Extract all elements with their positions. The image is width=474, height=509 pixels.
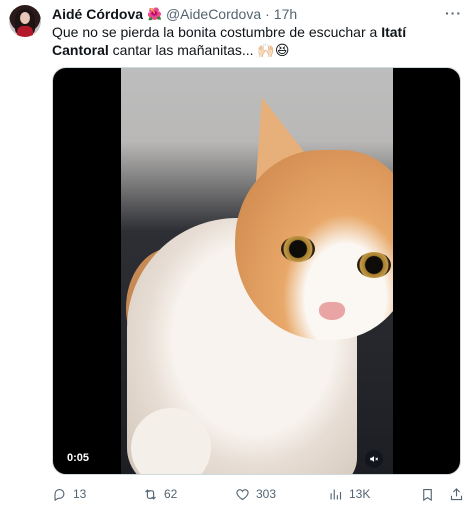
view-count: 13K xyxy=(349,487,371,501)
reply-count: 13 xyxy=(73,487,87,501)
tweet-actions: 13 62 303 13K xyxy=(52,484,464,504)
bookmark-icon xyxy=(423,488,432,501)
avatar[interactable] xyxy=(9,5,41,37)
author-name[interactable]: Aidé Córdova xyxy=(52,6,143,22)
tweet-text-start: Que no se pierda la bonita costumbre de … xyxy=(52,24,382,40)
repost-icon xyxy=(145,488,156,500)
repost-count: 62 xyxy=(164,487,178,501)
tweet[interactable]: Aidé Córdova 🌺 @AideCordova · 17h ··· Qu… xyxy=(0,0,474,509)
tweet-text-end: cantar las mañanitas... 🙌🏻😆 xyxy=(108,42,290,58)
share-icon xyxy=(450,487,463,500)
share-button[interactable] xyxy=(449,484,464,504)
video-duration: 0:05 xyxy=(67,452,90,464)
video-frame[interactable] xyxy=(121,68,393,474)
tweet-text: Que no se pierda la bonita costumbre de … xyxy=(52,23,462,59)
speaker-muted-icon[interactable] xyxy=(365,450,383,468)
heart-icon xyxy=(236,488,249,500)
video-player[interactable]: 0:05 xyxy=(52,67,461,475)
tweet-header: Aidé Córdova 🌺 @AideCordova · 17h ··· xyxy=(52,5,462,23)
bookmark-button[interactable] xyxy=(420,484,435,504)
reply-icon xyxy=(54,488,65,501)
analytics-icon xyxy=(330,489,342,499)
separator-dot: · xyxy=(265,6,270,22)
timestamp[interactable]: 17h xyxy=(274,6,297,22)
views-button[interactable]: 13K xyxy=(328,484,370,504)
like-button[interactable]: 303 xyxy=(235,484,276,504)
author-handle[interactable]: @AideCordova xyxy=(166,6,261,22)
reply-button[interactable]: 13 xyxy=(52,484,86,504)
flower-emoji: 🌺 xyxy=(147,7,162,21)
like-count: 303 xyxy=(256,487,277,501)
more-options-icon[interactable]: ··· xyxy=(445,5,462,21)
repost-button[interactable]: 62 xyxy=(143,484,177,504)
